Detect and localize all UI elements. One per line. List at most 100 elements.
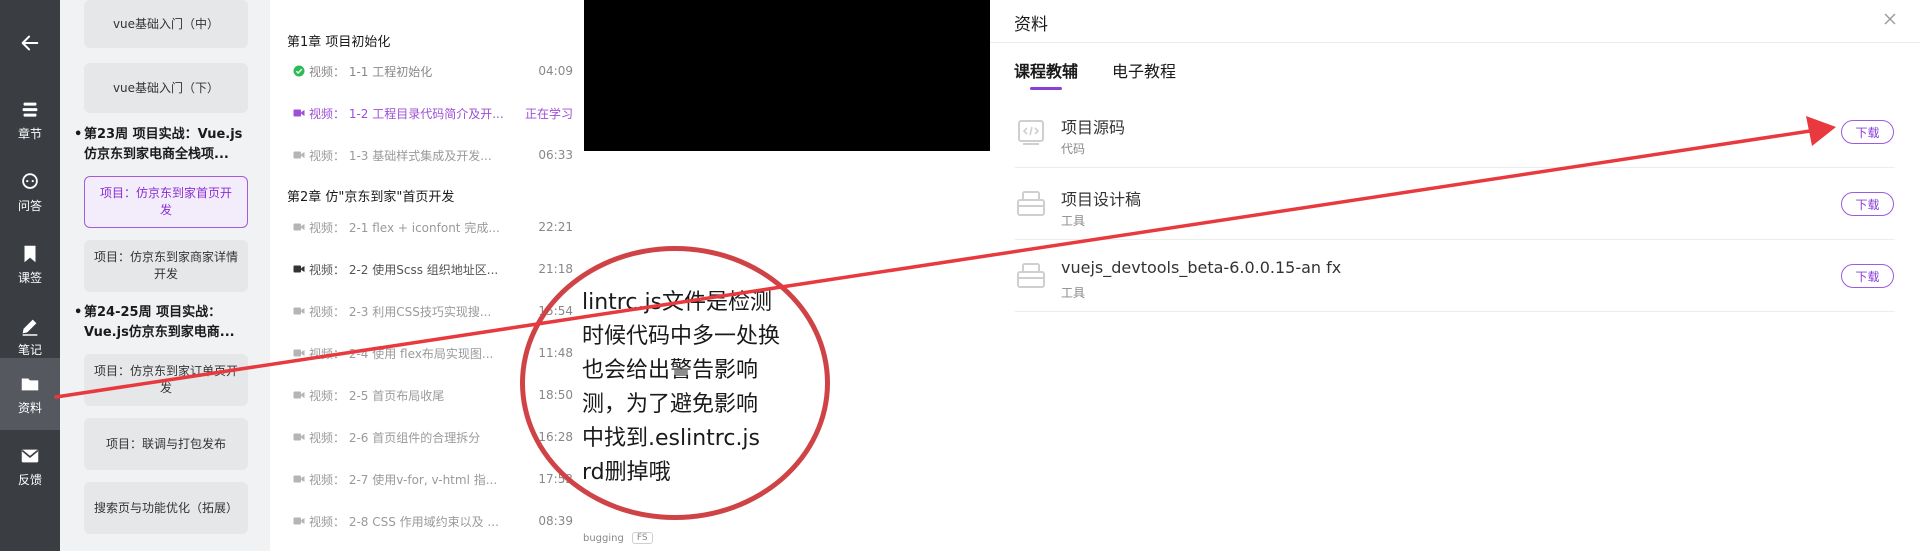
lesson-label: vue基础入门（中） [112,16,220,31]
video-row[interactable]: 视频： 1-3 基础样式集成及开发... 06:33 [293,145,573,165]
video-duration: 22:21 [538,220,573,234]
note-tag-fs: FS [631,532,653,544]
video-camera-icon [293,391,305,399]
week-title-line: 仿京东到家电商全栈项... [84,147,229,162]
rail-item-qa[interactable]: 问答 [0,156,60,228]
rail-label-materials: 资料 [17,400,42,415]
download-button[interactable]: 下载 [1841,192,1894,216]
chapter-2-title: 第2章 仿"京东到家"首页开发 [287,190,455,205]
rail-label-bookmarks: 课签 [17,270,42,285]
video-player[interactable] [584,0,990,151]
row-divider [1015,311,1895,312]
lesson-vue-basic-mid[interactable]: vue基础入门（中） [84,0,248,48]
toolbox-icon [1017,191,1045,216]
stack-icon [22,102,38,117]
week-title-line: 第23周 项目实战：Vue.js [84,127,243,142]
left-nav-rail: 章节 问答 课签 笔记 资料 反馈 [0,0,60,551]
lesson-jd-home[interactable]: 项目：仿京东到家首页开发 [84,176,248,228]
tab-course-aids[interactable]: 课程教辅 [1014,58,1078,82]
video-camera-icon [293,349,305,357]
resource-name: 项目设计稿 [1061,190,1142,209]
video-title: 视频： 2-7 使用v-for, v-html 指... [309,472,498,487]
rail-label-chapters: 章节 [17,126,42,141]
resource-row: 项目设计稿 工具 下载 [1015,168,1895,240]
note-tag: bugging [583,532,624,544]
close-icon[interactable] [1881,10,1899,28]
note-content: lintrc.js文件是检测 时候代码中多一处换 也会给出警告影响 测，为了避免… [582,286,792,490]
toolbox-icon [1017,263,1045,288]
resource-type: 工具 [1061,214,1086,228]
video-title: 视频： 2-2 使用Scss 组织地址区... [309,262,499,277]
week-24-title[interactable]: • 第24-25周 项目实战： Vue.js仿京东到家电商... [74,303,264,343]
video-row[interactable]: 视频： 1-1 工程初始化 04:09 [293,61,573,81]
bookmark-icon [24,245,36,262]
video-camera-icon [293,265,305,273]
note-line: 时候代码中多一处换 [582,324,781,349]
video-camera-icon [293,517,305,525]
video-title: 视频： 2-1 flex + iconfont 完成... [309,220,500,235]
note-line: lintrc.js文件是检测 [582,290,773,315]
resource-type: 代码 [1061,142,1086,156]
lesson-jd-shop[interactable]: 项目：仿京东到家商家详情开发 [84,240,248,292]
video-duration: 21:18 [538,262,573,276]
lesson-label: 搜索页与功能优化（拓展） [94,500,239,515]
code-file-icon [1018,120,1044,145]
lesson-vue-basic-low[interactable]: vue基础入门（下） [84,63,248,113]
tab-ebooks[interactable]: 电子教程 [1112,58,1176,82]
app-root: 章节 问答 课签 笔记 资料 反馈 vue基础入门（中） vue基础入门（下） [0,0,1920,551]
video-camera-icon [293,109,305,117]
video-title: 视频： 2-8 CSS 作用域约束以及 ... [309,514,499,529]
bullet-dot: • [74,127,83,142]
check-circle-icon [293,65,305,77]
video-duration: 06:33 [538,148,573,162]
video-title: 视频： 1-1 工程初始化 [309,64,433,79]
video-row[interactable]: 视频： 2-2 使用Scss 组织地址区... 21:18 [293,259,573,279]
video-title: 视频： 1-2 工程目录代码简介及开... [309,106,504,121]
resource-row: vuejs_devtools_beta-6.0.0.15-an fx 工具 下载 [1015,240,1895,312]
video-row[interactable]: 视频： 2-1 flex + iconfont 完成... 22:21 [293,217,573,237]
chapter-list: 第1章 项目初始化 视频： 1-1 工程初始化 04:09 视频： 1-2 工程… [270,0,584,551]
resource-row: 项目源码 代码 下载 [1015,96,1895,168]
week-title-line: Vue.js仿京东到家电商... [84,325,235,340]
video-row[interactable]: 视频： 2-8 CSS 作用域约束以及 ... 08:39 [293,511,573,531]
video-camera-icon [293,475,305,483]
rail-item-chapters[interactable]: 章节 [0,84,60,156]
arrow-left-icon [21,35,39,51]
note-line: 中找到.eslintrc.js [582,426,761,451]
lesson-search[interactable]: 搜索页与功能优化（拓展） [84,482,248,534]
lesson-label: 项目：仿京东到家商家详情开发 [94,250,239,281]
lesson-label: 项目：仿京东到家订单页开发 [94,364,239,395]
video-row[interactable]: 视频： 2-3 利用CSS技巧实现搜... 15:54 [293,301,573,321]
rail-item-feedback[interactable]: 反馈 [0,430,60,502]
resource-name: vuejs_devtools_beta-6.0.0.15-an fx [1061,258,1342,277]
video-camera-icon [293,433,305,441]
note-line: 也会给出警告影响 [582,358,759,383]
video-title: 视频： 1-3 基础样式集成及开发... [309,148,492,163]
lesson-jd-order[interactable]: 项目：仿京东到家订单页开发 [84,354,248,406]
video-duration: 08:39 [538,514,573,528]
download-button[interactable]: 下载 [1841,120,1894,144]
resource-name: 项目源码 [1061,118,1126,137]
week-23-title[interactable]: • 第23周 项目实战：Vue.js 仿京东到家电商全栈项... [74,125,264,165]
materials-panel: 资料 课程教辅 电子教程 项目源码 代码 下载 项目设计稿 工具 下载 vuej… [990,0,1920,551]
lesson-release[interactable]: 项目：联调与打包发布 [84,418,248,470]
note-line: rd删掉哦 [582,460,671,485]
pencil-icon [22,319,38,336]
video-row-current[interactable]: 视频： 1-2 工程目录代码简介及开... 正在学习 [293,103,573,123]
panel-title: 资料 [1014,15,1048,35]
video-camera-icon [293,223,305,231]
video-duration: 04:09 [538,64,573,78]
rail-label-feedback: 反馈 [17,472,42,487]
video-title: 视频： 2-6 首页组件的合理拆分 [309,430,481,445]
video-camera-icon [293,151,305,159]
active-tab-indicator [1030,87,1062,90]
video-row[interactable]: 视频： 2-7 使用v-for, v-html 指... 17:52 [293,469,573,489]
download-button[interactable]: 下载 [1841,264,1894,288]
rail-label-notes: 笔记 [17,342,42,357]
rail-item-bookmarks[interactable]: 课签 [0,228,60,300]
resource-type: 工具 [1061,286,1086,300]
back-button[interactable] [0,15,60,71]
lesson-label: 项目：联调与打包发布 [105,436,226,451]
rail-item-materials[interactable]: 资料 [0,358,60,430]
video-status: 正在学习 [524,106,573,121]
